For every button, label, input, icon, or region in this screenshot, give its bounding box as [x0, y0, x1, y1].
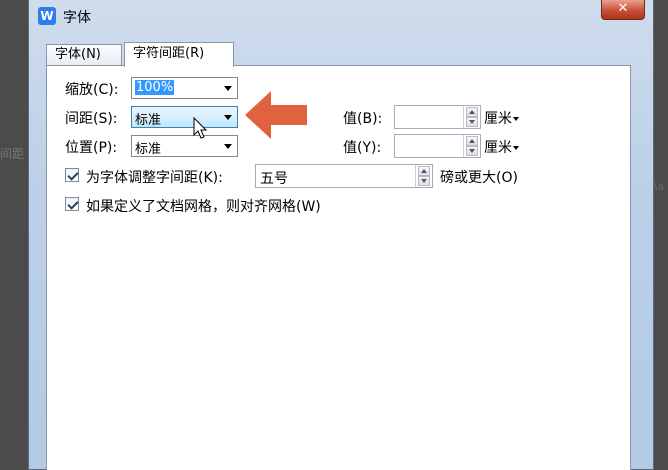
mouse-cursor-icon — [193, 117, 208, 139]
position-combo[interactable]: 标准 — [131, 135, 238, 157]
tab-character-spacing[interactable]: 字符间距(R) — [124, 42, 234, 67]
scale-combo[interactable]: 100% — [131, 77, 238, 99]
annotation-arrow-icon — [245, 91, 307, 139]
position-unit-label: 厘米 — [484, 140, 512, 156]
font-dialog: W 字体 ✕ 字体(N) 字符间距(R) 缩放(C): 100% 间距(S): … — [28, 0, 654, 470]
position-by-label: 值(Y): — [343, 140, 382, 156]
spin-up-icon[interactable] — [466, 136, 478, 146]
snap-to-grid-checkbox[interactable] — [65, 197, 79, 211]
chevron-down-icon — [224, 144, 232, 149]
position-by-input[interactable] — [394, 134, 481, 158]
caret-down-icon — [513, 117, 519, 121]
position-label: 位置(P): — [65, 140, 118, 156]
tab-font[interactable]: 字体(N) — [46, 44, 122, 66]
spacing-label: 间距(S): — [65, 111, 118, 127]
chevron-down-icon — [224, 86, 232, 91]
title-bar[interactable]: W 字体 ✕ — [29, 0, 653, 32]
caret-down-icon — [513, 146, 519, 150]
spin-up-icon[interactable] — [418, 166, 430, 176]
spinner-buttons — [415, 165, 432, 187]
background-text: 间距 — [0, 147, 25, 161]
spacing-combo[interactable]: 标准 — [131, 106, 238, 128]
close-button[interactable]: ✕ — [601, 0, 645, 20]
spin-up-icon[interactable] — [466, 107, 478, 117]
kerning-label: 为字体调整字间距(K): — [86, 170, 223, 186]
spacing-by-input[interactable] — [394, 105, 481, 129]
spacing-by-label: 值(B): — [343, 111, 383, 127]
scale-value: 100% — [135, 80, 175, 95]
snap-to-grid-label: 如果定义了文档网格，则对齐网格(W) — [86, 199, 321, 215]
scale-label: 缩放(C): — [65, 82, 119, 98]
position-unit-dropdown[interactable]: 厘米 — [484, 137, 519, 157]
kerning-checkbox[interactable] — [65, 168, 79, 182]
spinner-buttons — [463, 135, 480, 157]
spacing-value: 标准 — [135, 113, 162, 128]
spinner-buttons — [463, 106, 480, 128]
kerning-suffix: 磅或更大(O) — [440, 170, 518, 186]
wps-logo-icon: W — [38, 7, 56, 25]
spin-down-icon[interactable] — [466, 146, 478, 156]
spin-down-icon[interactable] — [466, 117, 478, 127]
kerning-size-input[interactable]: 五号 — [255, 164, 433, 188]
spin-down-icon[interactable] — [418, 176, 430, 186]
dialog-title: 字体 — [63, 10, 91, 26]
character-spacing-panel: 缩放(C): 100% 间距(S): 标准 值(B): 厘米 位置(P): 标准 — [46, 65, 631, 470]
kerning-size-value: 五号 — [260, 171, 288, 187]
spacing-unit-label: 厘米 — [484, 111, 512, 127]
chevron-down-icon — [224, 115, 232, 120]
spacing-unit-dropdown[interactable]: 厘米 — [484, 108, 519, 128]
position-value: 标准 — [135, 142, 162, 157]
